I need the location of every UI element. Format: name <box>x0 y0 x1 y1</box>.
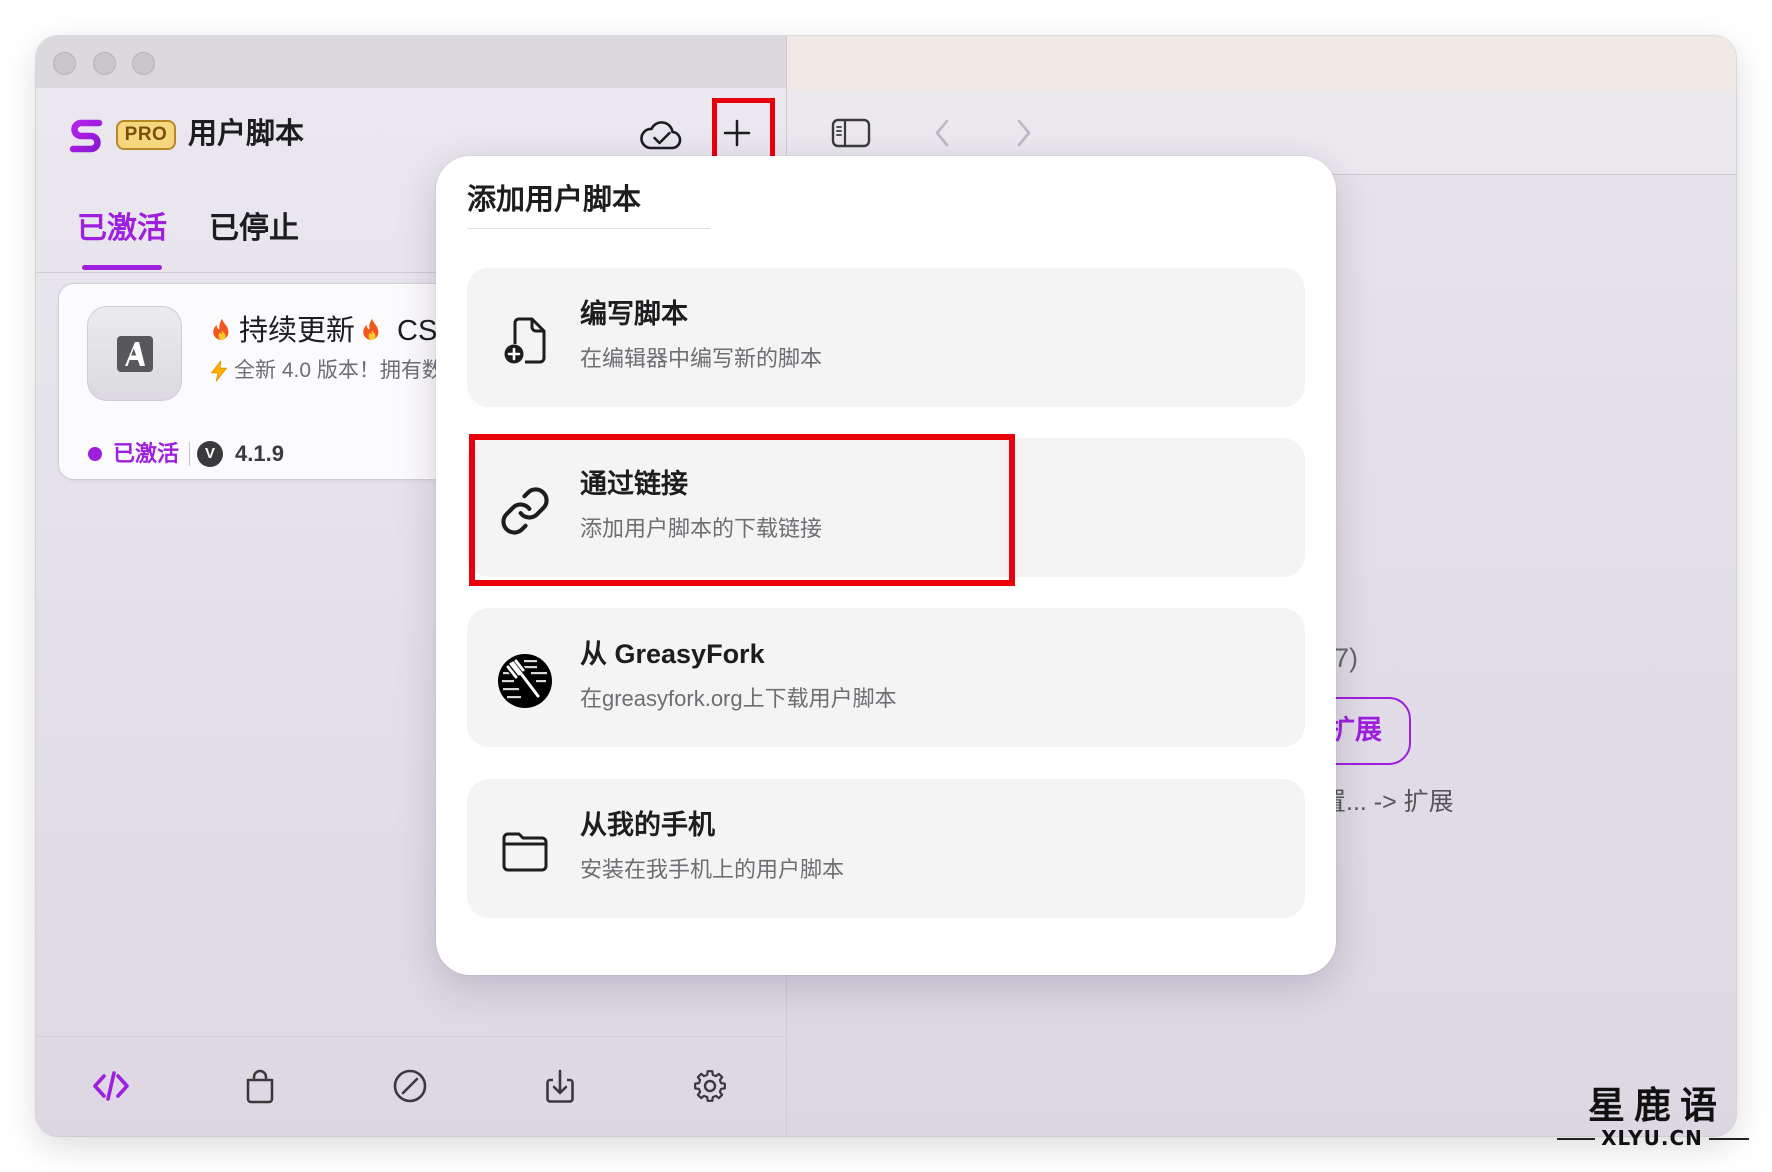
bag-icon <box>246 1069 274 1104</box>
version-number: 4.1.9 <box>235 441 284 466</box>
nav-tab-downloads[interactable] <box>538 1064 582 1108</box>
folder-icon <box>502 832 548 872</box>
detail-title-bar <box>787 36 1736 90</box>
tab-stopped-scripts[interactable]: 已停止 <box>209 210 299 248</box>
popover-title-divider <box>467 228 710 229</box>
app-window: PRO 用户脚本 已激活 已停止 持续更新 CS 全新 4.0 版本！拥有数 已… <box>36 36 1736 1136</box>
script-description: 全新 4.0 版本！拥有数 <box>208 357 443 385</box>
option-subtitle: 在编辑器中编写新的脚本 <box>580 346 823 371</box>
title-bar <box>36 36 786 88</box>
slash-circle-icon <box>393 1069 427 1103</box>
highlight-box-link-option <box>469 434 1015 586</box>
greasyfork-logo-icon <box>498 654 552 708</box>
option-from-phone[interactable]: 从我的手机 安装在我手机上的用户脚本 <box>467 779 1305 918</box>
watermark-line-left <box>1557 1138 1595 1140</box>
fire-icon <box>213 318 229 340</box>
status-label: 已激活 <box>113 441 180 466</box>
watermark-domain: XLYU.CN <box>1601 1126 1703 1150</box>
option-subtitle: 在greasyfork.org上下载用户脚本 <box>580 686 897 711</box>
gear-icon <box>694 1070 726 1102</box>
script-app-icon <box>87 306 182 401</box>
tab-active-scripts[interactable]: 已激活 <box>77 210 167 248</box>
script-app-glyph-icon <box>116 335 153 372</box>
sync-button[interactable] <box>636 116 686 154</box>
script-description-text: 全新 4.0 版本！拥有数 <box>234 359 443 382</box>
option-subtitle: 安装在我手机上的用户脚本 <box>580 857 845 882</box>
option-from-greasyfork[interactable]: 从 GreasyFork 在greasyfork.org上下载用户脚本 <box>467 608 1305 747</box>
download-icon <box>546 1069 574 1103</box>
option-icon <box>495 651 555 711</box>
watermark-line-right <box>1709 1138 1749 1140</box>
option-write-script[interactable]: 编写脚本 在编辑器中编写新的脚本 <box>467 268 1305 407</box>
option-title: 编写脚本 <box>580 299 688 329</box>
nav-tab-settings[interactable] <box>688 1064 732 1108</box>
lightning-icon <box>211 360 227 382</box>
empty-state-text: 7) <box>1334 643 1359 673</box>
script-title-text: 持续更新 <box>239 315 356 347</box>
option-title: 从 GreasyFork <box>580 639 765 669</box>
status-divider <box>189 442 190 466</box>
script-title: 持续更新 CS <box>208 312 437 350</box>
empty-state-hint: 置... -> 扩展 <box>1321 788 1454 816</box>
popover-title: 添加用户脚本 <box>467 184 642 216</box>
chevron-right-icon <box>1017 119 1031 147</box>
stay-logo-icon <box>69 119 103 153</box>
pro-badge: PRO <box>116 120 176 150</box>
toggle-sidebar-button[interactable] <box>831 118 871 148</box>
option-icon <box>495 311 555 371</box>
cloud-check-icon <box>640 121 682 150</box>
zoom-window-button[interactable] <box>132 52 155 75</box>
nav-tab-store[interactable] <box>238 1064 282 1108</box>
fire-icon <box>363 318 379 340</box>
option-icon <box>495 822 555 882</box>
chevron-left-icon <box>935 119 949 147</box>
option-title: 从我的手机 <box>580 810 715 840</box>
app-title: 用户脚本 <box>188 118 305 150</box>
close-window-button[interactable] <box>53 52 76 75</box>
back-button[interactable] <box>927 117 957 149</box>
minimize-window-button[interactable] <box>93 52 116 75</box>
code-icon <box>93 1071 129 1101</box>
new-document-icon <box>504 317 546 364</box>
tab-active-indicator <box>82 265 162 270</box>
nav-tab-scripts[interactable] <box>89 1064 133 1108</box>
bottom-bar-divider <box>36 1036 786 1037</box>
version-badge: V <box>197 441 223 467</box>
watermark-name: 星鹿语 <box>1588 1083 1726 1127</box>
status-dot <box>88 447 102 461</box>
add-script-popover: 添加用户脚本 编写脚本 在编辑器中编写新的脚本 通过链接 添加用户脚本的下载链接… <box>436 156 1336 975</box>
script-title-trailing: CS <box>397 315 438 347</box>
forward-button[interactable] <box>1009 117 1039 149</box>
sidebar-toggle-icon <box>831 118 871 148</box>
nav-tab-blocker[interactable] <box>388 1064 432 1108</box>
